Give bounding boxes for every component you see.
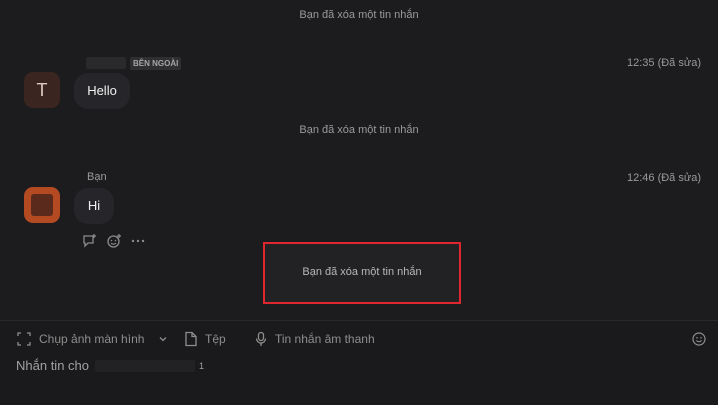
deleted-message-notice: Bạn đã xóa một tin nhắn xyxy=(299,9,419,21)
emoji-icon[interactable] xyxy=(692,332,706,346)
message-input-placeholder: Nhắn tin cho xyxy=(16,358,89,373)
chevron-down-icon[interactable] xyxy=(158,334,168,344)
recipient-name-redacted xyxy=(95,359,195,372)
screenshot-label: Chụp ảnh màn hình xyxy=(39,332,145,346)
microphone-icon xyxy=(255,331,267,346)
screenshot-icon xyxy=(17,332,31,346)
file-icon xyxy=(185,331,197,347)
sender-name-redacted xyxy=(86,57,126,69)
sender-name: Bạn xyxy=(87,171,107,183)
file-label: Tệp xyxy=(205,332,226,346)
reply-thread-icon[interactable] xyxy=(82,233,98,249)
highlighted-deleted-message: Bạn đã xóa một tin nhắn xyxy=(263,242,461,304)
voice-message-button[interactable]: Tin nhắn âm thanh xyxy=(254,331,375,347)
avatar[interactable] xyxy=(24,187,60,223)
message-bubble[interactable]: Hi xyxy=(74,188,114,224)
deleted-message-notice: Bạn đã xóa một tin nhắn xyxy=(299,124,419,136)
recipient-suffix: 1 xyxy=(199,360,205,371)
message-timestamp: 12:35 (Đã sửa) xyxy=(626,57,701,69)
more-options-icon[interactable] xyxy=(130,233,146,249)
file-button[interactable]: Tệp xyxy=(184,331,226,347)
screenshot-button[interactable]: Chụp ảnh màn hình xyxy=(16,331,168,347)
message-timestamp: 12:46 (Đã sửa) xyxy=(626,172,701,184)
message-input[interactable]: Nhắn tin cho 1 xyxy=(16,358,204,373)
avatar-image xyxy=(31,194,53,216)
voice-message-label: Tin nhắn âm thanh xyxy=(275,332,375,346)
deleted-message-notice: Bạn đã xóa một tin nhắn xyxy=(302,266,422,278)
message-bubble[interactable]: Hello xyxy=(74,73,130,109)
external-badge: BÊN NGOÀI xyxy=(130,57,182,70)
avatar[interactable]: T xyxy=(24,72,60,108)
add-reaction-icon[interactable] xyxy=(106,233,122,249)
